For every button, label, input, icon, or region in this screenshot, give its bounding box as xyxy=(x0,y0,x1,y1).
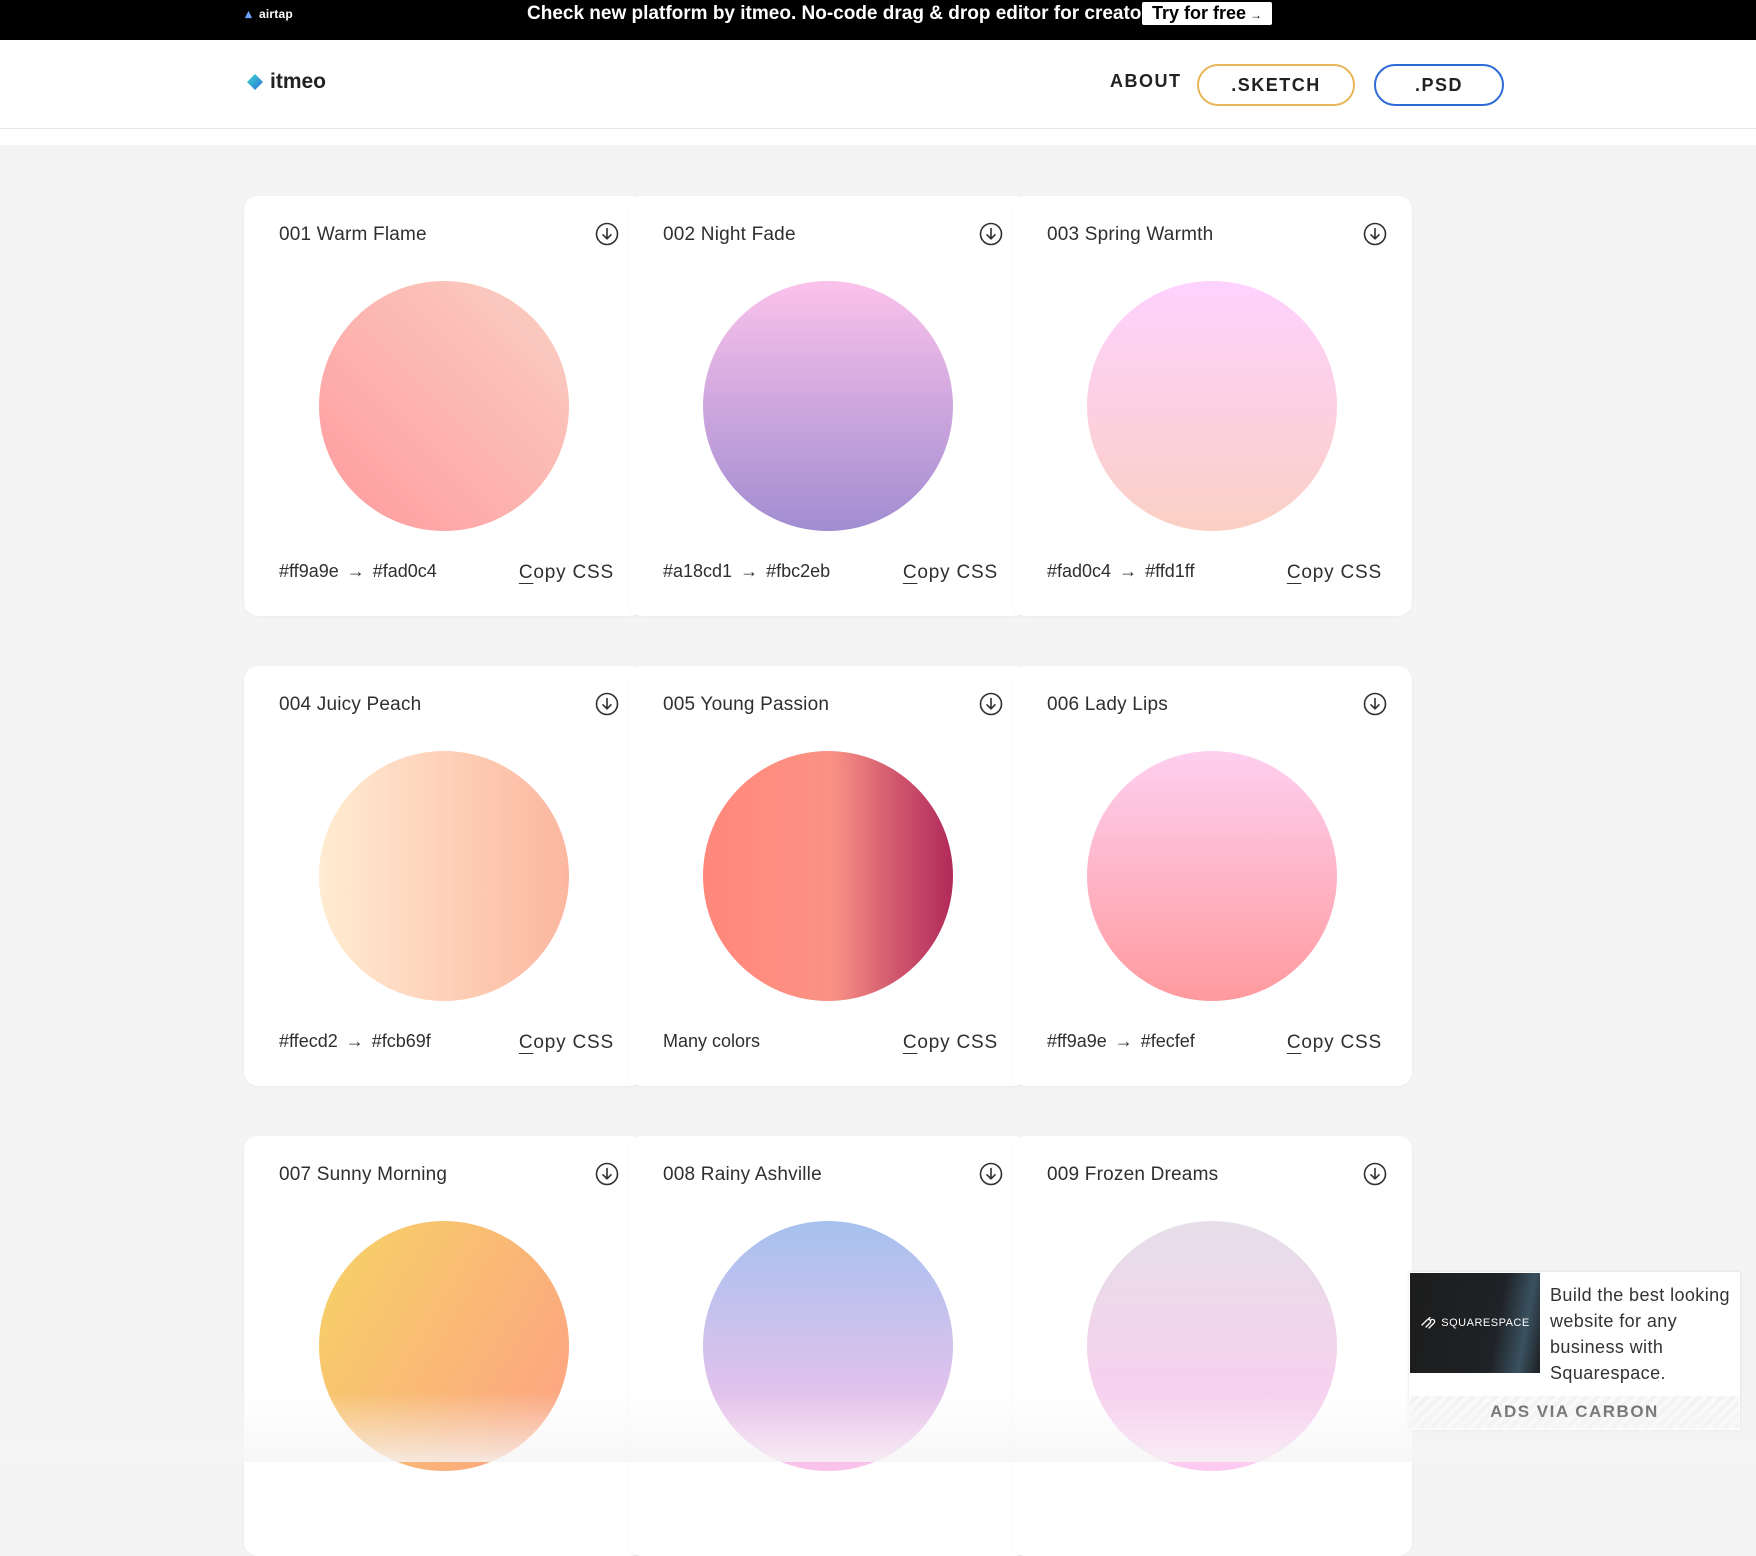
gradient-title: 009 Frozen Dreams xyxy=(1047,1164,1219,1185)
download-icon[interactable] xyxy=(595,692,619,716)
color-from[interactable]: #ffecd2 xyxy=(279,1031,338,1051)
copy-css-label-rest: opy CSS xyxy=(1301,562,1382,583)
gradient-card: 009 Frozen Dreams xyxy=(1012,1136,1412,1556)
gradient-swatch[interactable] xyxy=(703,1221,953,1471)
gradient-swatch[interactable] xyxy=(319,1221,569,1471)
copy-css-label-first: C xyxy=(1286,562,1302,583)
color-to[interactable]: #fecfef xyxy=(1141,1031,1195,1051)
airtap-logo[interactable]: airtap xyxy=(243,0,293,28)
copy-css-button[interactable]: Copy CSS xyxy=(1287,1032,1382,1054)
gradient-card: 008 Rainy Ashville xyxy=(628,1136,1028,1556)
copy-css-label-rest: opy CSS xyxy=(533,562,614,583)
color-to[interactable]: #fad0c4 xyxy=(373,561,437,581)
copy-css-button[interactable]: Copy CSS xyxy=(903,562,998,584)
gradient-swatch[interactable] xyxy=(1087,281,1337,531)
arrow-right-icon: → xyxy=(346,561,365,581)
gradient-title: 001 Warm Flame xyxy=(279,224,427,245)
copy-css-button[interactable]: Copy CSS xyxy=(1287,562,1382,584)
arrow-right-icon: → xyxy=(740,561,759,581)
color-to[interactable]: #fbc2eb xyxy=(766,561,830,581)
copy-css-button[interactable]: Copy CSS xyxy=(519,562,614,584)
gradient-title: 004 Juicy Peach xyxy=(279,694,422,715)
copy-css-label-rest: opy CSS xyxy=(1301,1032,1382,1053)
itmeo-logo[interactable]: itmeo xyxy=(246,70,326,94)
gradient-card: 005 Young Passion Many colors Copy CSS xyxy=(628,666,1028,1086)
color-to[interactable]: #ffd1ff xyxy=(1145,561,1194,581)
ad-text[interactable]: Build the best looking website for any b… xyxy=(1550,1282,1730,1386)
ad-image[interactable]: SQUARESPACE xyxy=(1410,1273,1540,1373)
gradient-card: 002 Night Fade #a18cd1 → #fbc2eb Copy CSS xyxy=(628,196,1028,616)
gradient-title: 002 Night Fade xyxy=(663,224,796,245)
gradient-colors: #ff9a9e → #fad0c4 xyxy=(279,561,437,582)
color-to[interactable]: #fcb69f xyxy=(372,1031,431,1051)
download-icon[interactable] xyxy=(979,692,1003,716)
color-from[interactable]: #a18cd1 xyxy=(663,561,732,581)
arrow-right-icon: → xyxy=(345,1031,364,1051)
download-icon[interactable] xyxy=(1363,1162,1387,1186)
airtap-logo-text: airtap xyxy=(259,7,293,21)
gradient-colors: #fad0c4 → #ffd1ff xyxy=(1047,561,1194,582)
gradient-colors: #ffecd2 → #fcb69f xyxy=(279,1031,431,1052)
download-icon[interactable] xyxy=(595,222,619,246)
gradient-title: 008 Rainy Ashville xyxy=(663,1164,822,1185)
airtap-logo-icon xyxy=(244,10,253,18)
header-divider xyxy=(0,129,1756,145)
gradient-card: 001 Warm Flame #ff9a9e → #fad0c4 Copy CSS xyxy=(244,196,644,616)
arrow-right-icon: → xyxy=(1250,8,1263,22)
copy-css-button[interactable]: Copy CSS xyxy=(519,1032,614,1054)
arrow-right-icon: → xyxy=(1114,1031,1133,1051)
gradient-title: 003 Spring Warmth xyxy=(1047,224,1214,245)
download-icon[interactable] xyxy=(595,1162,619,1186)
gradient-title: 006 Lady Lips xyxy=(1047,694,1168,715)
carbon-ad[interactable]: SQUARESPACE Build the best looking websi… xyxy=(1409,1272,1740,1430)
color-from[interactable]: #ff9a9e xyxy=(1047,1031,1107,1051)
download-icon[interactable] xyxy=(1363,222,1387,246)
copy-css-label-rest: opy CSS xyxy=(917,562,998,583)
copy-css-label-rest: opy CSS xyxy=(917,1032,998,1053)
copy-css-label-first: C xyxy=(902,1032,918,1053)
copy-css-label-first: C xyxy=(1286,1032,1302,1053)
download-icon[interactable] xyxy=(979,1162,1003,1186)
download-psd-button[interactable]: .PSD xyxy=(1374,64,1504,106)
site-header: itmeo ABOUT .SKETCH .PSD xyxy=(0,40,1756,129)
gradient-card: 006 Lady Lips #ff9a9e → #fecfef Copy CSS xyxy=(1012,666,1412,1086)
copy-css-button[interactable]: Copy CSS xyxy=(903,1032,998,1054)
gradient-swatch[interactable] xyxy=(703,751,953,1001)
gradient-swatch[interactable] xyxy=(1087,751,1337,1001)
copy-css-label-first: C xyxy=(902,562,918,583)
try-for-free-label: Try for free xyxy=(1152,3,1247,23)
nav-about-link[interactable]: ABOUT xyxy=(1110,71,1182,92)
copy-css-label-rest: opy CSS xyxy=(533,1032,614,1053)
gradient-title: 007 Sunny Morning xyxy=(279,1164,448,1185)
ad-brand: SQUARESPACE xyxy=(1441,1317,1530,1329)
gradient-swatch[interactable] xyxy=(1087,1221,1337,1471)
copy-css-label-first: C xyxy=(518,562,534,583)
try-for-free-button[interactable]: Try for free → xyxy=(1142,2,1273,25)
gradient-colors: #a18cd1 → #fbc2eb xyxy=(663,561,830,582)
color-from[interactable]: #ff9a9e xyxy=(279,561,339,581)
gradient-note: Many colors xyxy=(663,1031,761,1051)
gradient-colors: #ff9a9e → #fecfef xyxy=(1047,1031,1195,1052)
squarespace-logo-icon xyxy=(1421,1317,1436,1329)
gradient-card: 004 Juicy Peach #ffecd2 → #fcb69f Copy CSS xyxy=(244,666,644,1086)
promo-banner: airtap Check new platform by itmeo. No-c… xyxy=(0,0,1756,40)
gradient-swatch[interactable] xyxy=(319,281,569,531)
gradient-card: 003 Spring Warmth #fad0c4 → #ffd1ff Copy C… xyxy=(1012,196,1412,616)
color-from[interactable]: #fad0c4 xyxy=(1047,561,1111,581)
brand-name: itmeo xyxy=(270,70,327,93)
gradient-title: 005 Young Passion xyxy=(663,694,830,715)
copy-css-label-first: C xyxy=(518,1032,534,1053)
diamond-logo-icon xyxy=(247,74,263,90)
ads-via-carbon-link[interactable]: ADS VIA CARBON xyxy=(1410,1396,1739,1428)
gradient-card: 007 Sunny Morning xyxy=(244,1136,644,1556)
arrow-right-icon: → xyxy=(1119,561,1138,581)
gradient-swatch[interactable] xyxy=(703,281,953,531)
banner-message: Check new platform by itmeo. No-code dra… xyxy=(527,3,1165,24)
download-icon[interactable] xyxy=(979,222,1003,246)
download-sketch-button[interactable]: .SKETCH xyxy=(1197,64,1355,106)
gradient-swatch[interactable] xyxy=(319,751,569,1001)
download-icon[interactable] xyxy=(1363,692,1387,716)
gradient-colors: Many colors xyxy=(663,1031,760,1052)
